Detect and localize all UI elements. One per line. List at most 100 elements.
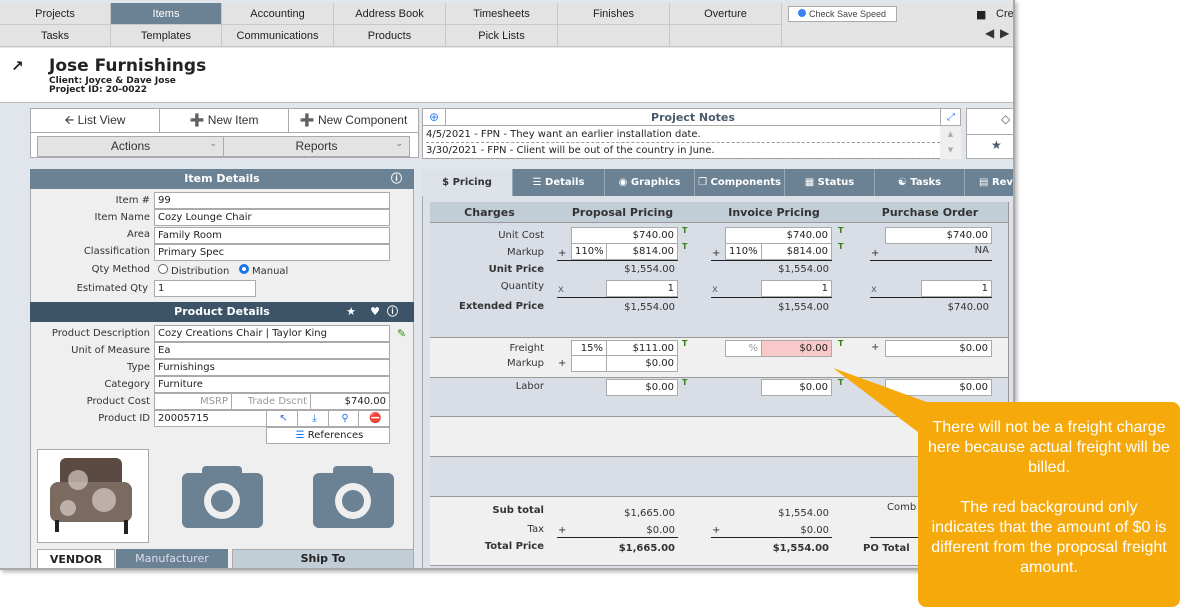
expand-icon[interactable]: ⤢	[940, 109, 961, 126]
nav-timesheets[interactable]: Timesheets	[446, 3, 558, 25]
link-arrow-icon[interactable]: ↖	[266, 410, 298, 427]
nav-communications[interactable]: Communications	[222, 25, 334, 47]
external-link-icon[interactable]: ↗	[11, 57, 24, 75]
msrp-input[interactable]: MSRP	[154, 393, 232, 410]
nav-address-book[interactable]: Address Book	[334, 3, 446, 25]
tab-tasks[interactable]: ☯ Tasks	[875, 169, 965, 196]
info-icon[interactable]: ⓘ	[387, 302, 398, 322]
edit-pencil-icon[interactable]: ✎	[397, 327, 406, 340]
tab-details[interactable]: ☰ Details	[513, 169, 605, 196]
tab-label: Status	[817, 177, 855, 188]
proposal-markup-pct-input[interactable]: 110%	[571, 243, 607, 260]
tab-manufacturer[interactable]: Manufacturer	[116, 549, 228, 568]
notes-title: Project Notes	[446, 109, 940, 126]
tab-components[interactable]: ❐ Components	[695, 169, 785, 196]
remove-icon[interactable]: ⛔	[358, 410, 390, 427]
distribution-label: Distribution	[171, 266, 230, 277]
tab-graphics[interactable]: ◉ Graphics	[605, 169, 695, 196]
references-button[interactable]: ☰ References	[266, 427, 390, 444]
type-input[interactable]: Furnishings	[154, 359, 390, 376]
camera-placeholder-icon[interactable]	[182, 466, 264, 528]
unit-of-measure-input[interactable]: Ea	[154, 342, 390, 359]
invoice-quantity-input[interactable]: 1	[761, 280, 832, 297]
col-proposal: Proposal Pricing	[549, 202, 697, 223]
star-icon[interactable]: ★	[346, 302, 356, 322]
po-unit-cost-input[interactable]: $740.00	[885, 227, 992, 244]
scroll-left-icon[interactable]: ◀	[985, 26, 994, 40]
tab-status[interactable]: ▦ Status	[785, 169, 875, 196]
field-label: Product Cost	[86, 396, 150, 407]
trade-discount-input[interactable]: Trade Dscnt	[231, 393, 311, 410]
estimated-qty-input[interactable]: 1	[154, 280, 256, 297]
tax-flag-icon: T	[838, 339, 844, 348]
proposal-quantity-input[interactable]: 1	[606, 280, 678, 297]
chat-icon[interactable]: ■	[976, 8, 986, 21]
field-label: Qty Method	[91, 264, 150, 275]
list-view-button[interactable]: 🡨 List View	[30, 108, 160, 133]
download-icon[interactable]: ⤓	[297, 410, 329, 427]
proposal-tax: $0.00	[646, 525, 675, 536]
proposal-markup-input[interactable]: $814.00	[606, 243, 678, 260]
actions-dropdown[interactable]: Actions ⌄	[37, 136, 224, 157]
unit-cost-label: Unit Cost	[498, 230, 544, 241]
invoice-unit-cost-input[interactable]: $740.00	[725, 227, 832, 244]
price-tag-icon[interactable]: ◇	[1001, 112, 1010, 126]
nav-products[interactable]: Products	[334, 25, 446, 47]
scroll-right-icon[interactable]: ▶	[1000, 26, 1009, 40]
tab-pricing[interactable]: $ Pricing	[422, 169, 513, 196]
nav-projects[interactable]: Projects	[0, 3, 111, 25]
reports-dropdown[interactable]: Reports ⌄	[223, 136, 410, 157]
nav-items[interactable]: Items	[111, 3, 222, 25]
notes-scrollbar[interactable]: ▲ ▼	[940, 126, 961, 159]
tab-review[interactable]: ▤ Revi	[965, 169, 1013, 196]
item-number-input[interactable]: 99	[154, 192, 390, 209]
product-cost-input[interactable]: $740.00	[310, 393, 390, 410]
check-save-speed-button[interactable]: Check Save Speed	[788, 6, 897, 22]
info-icon[interactable]: ⓘ	[391, 169, 402, 189]
quantity-label: Quantity	[500, 281, 544, 292]
tab-ship-to[interactable]: Ship To	[232, 549, 414, 568]
category-input[interactable]: Furniture	[154, 376, 390, 393]
nav-pick-lists[interactable]: Pick Lists	[446, 25, 558, 47]
product-details-title: Product Details	[174, 305, 270, 318]
product-image[interactable]	[37, 449, 149, 543]
product-id-input[interactable]: 20005715	[154, 410, 267, 427]
add-note-button[interactable]: ⊕	[423, 109, 446, 126]
po-freight-input[interactable]: $0.00	[885, 340, 992, 357]
proposal-freight-markup-input[interactable]: $0.00	[606, 355, 678, 372]
proposal-labor-input[interactable]: $0.00	[606, 379, 678, 396]
new-item-button[interactable]: ➕ New Item	[159, 108, 289, 133]
heart-icon[interactable]: ♥	[370, 302, 380, 322]
invoice-labor-input[interactable]: $0.00	[761, 379, 832, 396]
distribution-radio[interactable]	[158, 264, 168, 274]
nav-finishes[interactable]: Finishes	[558, 3, 670, 25]
callout-text: The red background only indicates that t…	[931, 499, 1167, 576]
tab-vendor[interactable]: VENDOR	[37, 549, 115, 568]
times-sign: x	[871, 284, 877, 295]
proposal-unit-cost-input[interactable]: $740.00	[571, 227, 678, 244]
search-icon[interactable]: ⚲	[328, 410, 359, 427]
new-component-button[interactable]: ➕ New Component	[288, 108, 419, 133]
nav-overture[interactable]: Overture	[670, 3, 782, 25]
app-window: Projects Items Accounting Address Book T…	[0, 0, 1015, 570]
area-input[interactable]: Family Room	[154, 227, 390, 244]
po-quantity-input[interactable]: 1	[921, 280, 992, 297]
nav-accounting[interactable]: Accounting	[222, 3, 334, 25]
table-cell	[549, 457, 697, 497]
nav-tasks[interactable]: Tasks	[0, 25, 111, 47]
proposal-freight-markup-pct-input[interactable]	[571, 355, 607, 372]
product-details-header: Product Details ★ ♥ ⓘ	[30, 302, 414, 322]
classification-input[interactable]: Primary Spec	[154, 244, 390, 261]
manual-radio[interactable]	[239, 264, 249, 274]
arrow-left-icon: 🡨	[64, 113, 78, 127]
camera-placeholder-icon[interactable]	[313, 466, 395, 528]
star-icon[interactable]: ★	[991, 138, 1002, 152]
item-name-input[interactable]: Cozy Lounge Chair	[154, 209, 390, 226]
product-description-input[interactable]: Cozy Creations Chair | Taylor King	[154, 325, 390, 342]
nav-templates[interactable]: Templates	[111, 25, 222, 47]
invoice-freight-input[interactable]: $0.00	[761, 340, 832, 357]
invoice-markup-input[interactable]: $814.00	[761, 243, 832, 260]
invoice-markup-pct-input[interactable]: 110%	[725, 243, 762, 260]
invoice-freight-pct-input[interactable]: %	[725, 340, 762, 357]
create-link[interactable]: Cre	[996, 8, 1013, 20]
